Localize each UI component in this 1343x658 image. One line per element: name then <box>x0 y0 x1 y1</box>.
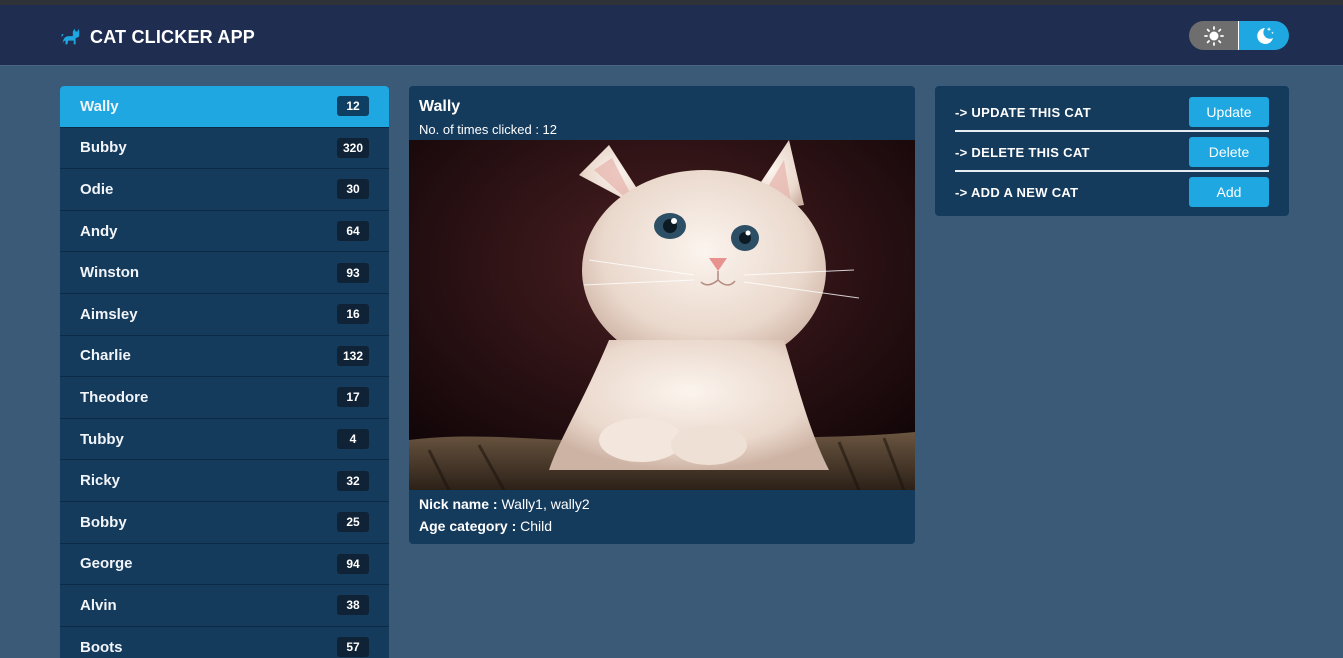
click-count-badge: 57 <box>337 637 369 658</box>
nickname-value: Wally1, wally2 <box>501 496 590 512</box>
cat-list-item-name: Odie <box>80 180 114 198</box>
click-count-badge: 17 <box>337 387 369 408</box>
click-count-badge: 32 <box>337 470 369 491</box>
selected-cat-name: Wally <box>419 98 461 115</box>
age-category-value: Child <box>520 518 553 534</box>
age-category-line: Age category : Child <box>419 518 552 534</box>
cat-list-item-name: Ricky <box>80 472 121 490</box>
click-count-badge: 320 <box>336 137 369 158</box>
theme-toggle[interactable] <box>1189 21 1289 50</box>
cat-list-item-name: Wally <box>80 97 119 115</box>
cat-list-item-name: George <box>80 555 133 573</box>
cat-list-item[interactable]: Wally 12 <box>60 86 389 128</box>
brand[interactable]: CAT CLICKER APP <box>60 26 255 48</box>
cat-list-item-name: Bubby <box>80 139 127 157</box>
click-count-badge: 64 <box>337 221 369 242</box>
add-cat-row: -> ADD A NEW CAT Add <box>955 172 1269 212</box>
click-count-badge: 25 <box>337 512 369 533</box>
cat-list-item[interactable]: Aimsley 16 <box>60 294 389 336</box>
click-count-badge: 132 <box>336 345 369 366</box>
cat-list-item[interactable]: George 94 <box>60 544 389 586</box>
click-count-badge: 93 <box>337 262 369 283</box>
cat-list-item[interactable]: Andy 64 <box>60 211 389 253</box>
click-count-badge: 38 <box>337 595 369 616</box>
admin-panel: -> UPDATE THIS CAT Update -> DELETE THIS… <box>935 86 1289 216</box>
cat-list-item[interactable]: Odie 30 <box>60 169 389 211</box>
click-count-badge: 4 <box>337 429 369 450</box>
click-count-text: No. of times clicked : 12 <box>419 122 557 137</box>
dark-theme-button[interactable] <box>1239 21 1289 50</box>
cat-list-item-name: Tubby <box>80 430 124 448</box>
cat-list-item-name: Alvin <box>80 596 117 614</box>
delete-cat-label: -> DELETE THIS CAT <box>955 144 1090 160</box>
navbar: CAT CLICKER APP <box>0 5 1343 66</box>
nickname-line: Nick name : Wally1, wally2 <box>419 496 590 512</box>
add-cat-label: -> ADD A NEW CAT <box>955 184 1079 200</box>
cat-list-item-name: Theodore <box>80 388 149 406</box>
cat-list-item-name: Bobby <box>80 513 127 531</box>
age-category-label: Age category : <box>419 518 517 534</box>
cat-list-item[interactable]: Ricky 32 <box>60 460 389 502</box>
moon-stars-icon <box>1257 26 1274 44</box>
cat-logo-icon <box>61 28 80 45</box>
cat-list-item[interactable]: Tubby 4 <box>60 419 389 461</box>
click-count-badge: 16 <box>337 304 369 325</box>
update-button[interactable]: Update <box>1189 97 1269 127</box>
app-title: CAT CLICKER APP <box>90 26 255 47</box>
cat-detail-card: Wally No. of times clicked : 12 Nick nam… <box>409 86 915 544</box>
cat-list-item-name: Boots <box>80 638 123 656</box>
light-theme-button[interactable] <box>1189 21 1239 50</box>
update-cat-label: -> UPDATE THIS CAT <box>955 104 1092 120</box>
cat-list-item-name: Aimsley <box>80 305 138 323</box>
add-button[interactable]: Add <box>1189 177 1269 207</box>
cat-list-item[interactable]: Bobby 25 <box>60 502 389 544</box>
sun-icon <box>1203 25 1224 46</box>
click-count-badge: 30 <box>337 179 369 200</box>
cat-image[interactable] <box>409 140 915 490</box>
cat-list: Wally 12 Bubby 320 Odie 30 Andy 64 Winst… <box>60 86 389 658</box>
cat-list-item[interactable]: Boots 57 <box>60 627 389 658</box>
cat-list-item[interactable]: Charlie 132 <box>60 336 389 378</box>
cat-list-item-name: Winston <box>80 264 140 282</box>
cat-list-item[interactable]: Alvin 38 <box>60 585 389 627</box>
cat-list-item[interactable]: Winston 93 <box>60 252 389 294</box>
cat-list-item[interactable]: Bubby 320 <box>60 128 389 170</box>
cat-list-item[interactable]: Theodore 17 <box>60 377 389 419</box>
click-count-badge: 12 <box>337 96 369 117</box>
delete-button[interactable]: Delete <box>1189 137 1269 167</box>
click-count-badge: 94 <box>337 553 369 574</box>
cat-list-item-name: Andy <box>80 222 118 240</box>
delete-cat-row: -> DELETE THIS CAT Delete <box>955 132 1269 172</box>
nickname-label: Nick name : <box>419 496 498 512</box>
cat-list-item-name: Charlie <box>80 347 131 365</box>
update-cat-row: -> UPDATE THIS CAT Update <box>955 92 1269 132</box>
